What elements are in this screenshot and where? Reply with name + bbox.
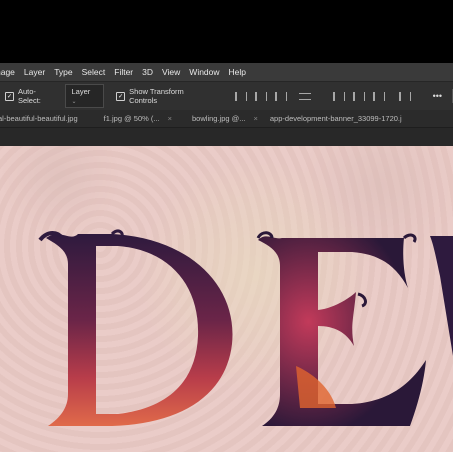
auto-select-value: Layer xyxy=(71,87,91,96)
auto-select-dropdown[interactable]: Layer ⌄ xyxy=(64,84,105,108)
tab-label: f1.jpg @ 50% (... xyxy=(103,114,160,123)
tab-document-3[interactable]: bowling.jpg @... × xyxy=(192,114,258,123)
menu-help[interactable]: Help xyxy=(229,67,246,77)
menu-window[interactable]: Window xyxy=(189,67,219,77)
distribute-right-icon[interactable] xyxy=(372,91,385,101)
letter-e-artwork xyxy=(256,231,426,426)
show-transform-checkbox[interactable]: ✓ xyxy=(116,91,126,101)
canvas-gutter xyxy=(0,128,453,146)
top-black-area xyxy=(0,0,453,63)
menu-image[interactable]: nage xyxy=(0,67,15,77)
menu-select[interactable]: Select xyxy=(82,67,106,77)
align-top-icon[interactable] xyxy=(298,92,311,100)
tab-document-1[interactable]: al-beautiful-beautiful.jpg xyxy=(0,114,78,123)
distribute-left-icon[interactable] xyxy=(332,91,345,101)
distribute-spacing-icon[interactable] xyxy=(398,91,411,101)
menu-3d[interactable]: 3D xyxy=(142,67,153,77)
tab-label: app-development-banner_33099-1720.j xyxy=(269,114,402,123)
close-icon[interactable]: × xyxy=(168,114,172,123)
align-center-icon[interactable] xyxy=(255,91,267,101)
letter-d-artwork xyxy=(38,229,233,426)
letter-v-artwork xyxy=(430,236,453,356)
document-tabs: al-beautiful-beautiful.jpg f1.jpg @ 50% … xyxy=(0,110,453,128)
canvas-artwork xyxy=(38,229,453,426)
menu-type[interactable]: Type xyxy=(54,67,72,77)
options-bar: ✓ Auto-Select: Layer ⌄ ✓ Show Transform … xyxy=(0,81,453,110)
chevron-down-icon: ⌄ xyxy=(71,99,77,105)
more-options-icon[interactable]: ••• xyxy=(433,91,442,101)
show-transform-label: Show Transform Controls xyxy=(129,87,184,105)
distribute-center-icon[interactable] xyxy=(352,91,365,101)
menu-filter[interactable]: Filter xyxy=(114,67,133,77)
document-canvas[interactable] xyxy=(0,146,453,452)
auto-select-label: Auto-Select: xyxy=(17,87,41,105)
menu-layer[interactable]: Layer xyxy=(24,67,45,77)
menu-bar: nage Layer Type Select Filter 3D View Wi… xyxy=(0,63,453,81)
close-icon[interactable]: × xyxy=(254,114,258,123)
tab-label: bowling.jpg @... xyxy=(192,114,246,123)
menu-view[interactable]: View xyxy=(162,67,180,77)
tab-document-4[interactable]: app-development-banner_33099-1720.j xyxy=(270,114,402,123)
auto-select-checkbox[interactable]: ✓ xyxy=(5,91,14,101)
tab-document-2[interactable]: f1.jpg @ 50% (... × xyxy=(104,114,172,123)
align-right-icon[interactable] xyxy=(275,91,287,101)
align-left-icon[interactable] xyxy=(235,91,248,101)
tab-label: al-beautiful-beautiful.jpg xyxy=(0,114,78,123)
